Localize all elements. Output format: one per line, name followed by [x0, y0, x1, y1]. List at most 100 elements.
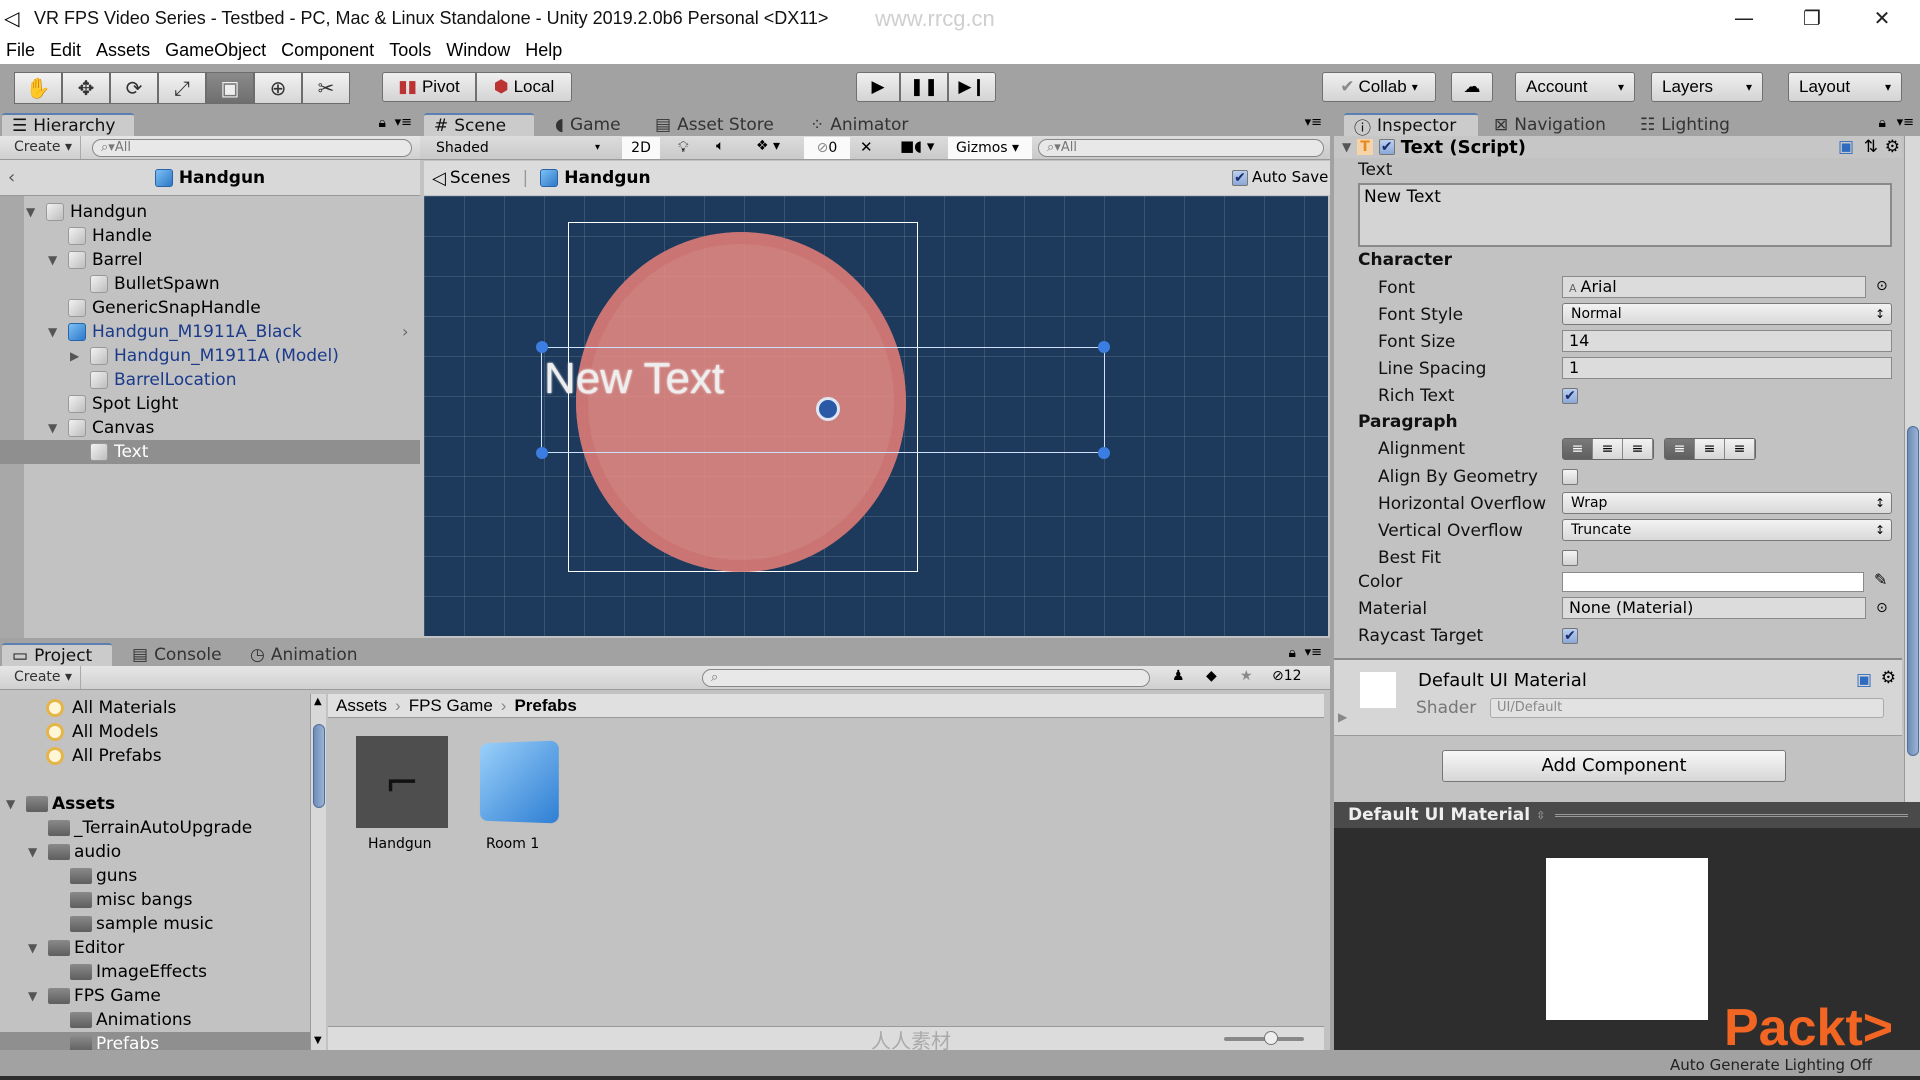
menu-component[interactable]: Component: [281, 40, 374, 61]
favorite-item[interactable]: All Models: [0, 720, 312, 744]
folder-item[interactable]: guns: [0, 864, 312, 888]
lock-icon[interactable]: 🔒︎: [1879, 115, 1886, 131]
add-component-button[interactable]: Add Component: [1442, 750, 1786, 782]
align-middle-button[interactable]: ≡: [1695, 439, 1725, 459]
layers-dropdown[interactable]: Layers ▾: [1651, 72, 1763, 102]
menu-window[interactable]: Window: [446, 40, 510, 61]
expand-arrow-icon[interactable]: ▼: [28, 845, 37, 859]
folder-item[interactable]: Animations: [0, 1008, 312, 1032]
gear-icon[interactable]: ⚙: [1885, 137, 1900, 157]
menu-tools[interactable]: Tools: [389, 40, 431, 61]
pivot-gizmo-icon[interactable]: [816, 397, 840, 421]
hierarchy-item[interactable]: ▼ Handgun: [0, 200, 420, 224]
drag-handle[interactable]: [1555, 813, 1908, 817]
panel-menu-icon[interactable]: ▾≡: [1305, 645, 1322, 660]
breadcrumb-prefabs[interactable]: Prefabs: [514, 696, 576, 716]
line-spacing-input[interactable]: 1: [1562, 357, 1892, 379]
shader-dropdown[interactable]: UI/Default: [1490, 698, 1884, 718]
tab-game[interactable]: ◖ Game: [545, 113, 631, 137]
hidden-objects-toggle[interactable]: ⊘0: [804, 137, 850, 159]
hierarchy-item[interactable]: Spot Light: [0, 392, 420, 416]
rect-handle-tr[interactable]: [1098, 341, 1110, 353]
folder-item[interactable]: ▼ Editor: [0, 936, 312, 960]
tab-scene[interactable]: # Scene: [424, 113, 534, 137]
font-size-input[interactable]: 14: [1562, 330, 1892, 352]
tab-navigation[interactable]: ⊠ Navigation: [1484, 113, 1616, 137]
rect-handle-tl[interactable]: [536, 341, 548, 353]
align-by-geometry-checkbox[interactable]: [1562, 469, 1578, 485]
minimize-button[interactable]: —: [1714, 0, 1774, 36]
expand-arrow-icon[interactable]: ▼: [48, 421, 57, 435]
hierarchy-item[interactable]: BulletSpawn: [0, 272, 420, 296]
foldout-arrow-icon[interactable]: ▼: [1342, 140, 1351, 154]
lighting-toggle-icon[interactable]: 💡︎: [678, 138, 689, 156]
menu-assets[interactable]: Assets: [96, 40, 150, 61]
horizontal-overflow-dropdown[interactable]: Wrap: [1562, 492, 1892, 514]
tab-lighting[interactable]: ☷ Lighting: [1630, 113, 1740, 137]
tab-animation[interactable]: ◷ Animation: [240, 643, 368, 667]
scene-search-input[interactable]: ⌕▾All: [1038, 139, 1324, 157]
panel-menu-icon[interactable]: ▾≡: [395, 115, 412, 130]
align-center-button[interactable]: ≡: [1593, 439, 1623, 459]
preset-icon[interactable]: ⇅: [1864, 137, 1878, 157]
pivot-toggle[interactable]: ▮▮ Pivot: [382, 72, 476, 102]
font-field[interactable]: A Arial: [1562, 276, 1866, 298]
help-icon[interactable]: ▣: [1856, 670, 1872, 690]
rect-tool-button[interactable]: ▣: [206, 72, 254, 104]
asset-label-handgun[interactable]: Handgun: [368, 836, 432, 852]
tab-console[interactable]: ▤ Console: [122, 643, 232, 667]
project-search-input[interactable]: ⌕: [702, 669, 1150, 687]
hidden-packages-toggle[interactable]: ⊘12: [1272, 668, 1302, 684]
chevron-right-icon[interactable]: ›: [402, 322, 408, 341]
material-field[interactable]: None (Material): [1562, 597, 1866, 619]
folder-item[interactable]: _TerrainAutoUpgrade: [0, 816, 312, 840]
hierarchy-item[interactable]: ▼ Handgun_M1911A_Black: [0, 320, 420, 344]
back-arrow-icon[interactable]: ‹: [8, 167, 15, 188]
camera-icon[interactable]: ■◖ ▾: [900, 137, 934, 155]
local-toggle[interactable]: ⬢ Local: [476, 72, 572, 102]
gear-icon[interactable]: ⚙: [1881, 668, 1896, 688]
lock-icon[interactable]: 🔒︎: [1289, 645, 1296, 661]
custom-tool-button[interactable]: ✂: [302, 72, 350, 104]
eyedropper-icon[interactable]: ✎: [1874, 570, 1887, 589]
align-bottom-button[interactable]: ≡: [1725, 439, 1755, 459]
tab-project[interactable]: ▭ Project: [2, 643, 112, 667]
panel-menu-icon[interactable]: ▾≡: [1305, 115, 1322, 130]
panel-menu-icon[interactable]: ▾≡: [1897, 115, 1914, 130]
close-button[interactable]: ✕: [1852, 0, 1912, 36]
object-picker-icon[interactable]: ⊙: [1876, 600, 1888, 616]
favorite-item[interactable]: All Prefabs: [0, 744, 312, 768]
tab-inspector[interactable]: ⓘ Inspector: [1344, 113, 1478, 139]
folder-item[interactable]: sample music: [0, 912, 312, 936]
create-dropdown[interactable]: Create ▾: [14, 669, 72, 685]
restore-button[interactable]: ❐: [1782, 0, 1842, 36]
folder-item[interactable]: ▼ FPS Game: [0, 984, 312, 1008]
search-by-label-icon[interactable]: ◆: [1206, 668, 1217, 684]
2d-toggle[interactable]: 2D: [622, 137, 660, 159]
component-header[interactable]: ▼ T ✔ Text (Script) ▣ ⇅ ⚙: [1334, 136, 1902, 158]
component-enabled-checkbox[interactable]: ✔: [1378, 139, 1395, 155]
object-picker-icon[interactable]: ⊙: [1876, 278, 1888, 294]
favorite-item[interactable]: All Materials: [0, 696, 312, 720]
vertical-overflow-dropdown[interactable]: Truncate: [1562, 519, 1892, 541]
hierarchy-item[interactable]: Text: [0, 440, 420, 464]
text-value-textarea[interactable]: New Text: [1358, 183, 1892, 247]
rich-text-checkbox[interactable]: ✔: [1562, 388, 1578, 404]
scrollbar-thumb[interactable]: [1907, 426, 1919, 756]
hierarchy-item[interactable]: ▼ Barrel: [0, 248, 420, 272]
audio-toggle-icon[interactable]: 🔈︎: [716, 138, 724, 154]
collapse-arrow-icon[interactable]: ▶: [70, 349, 79, 363]
raycast-target-checkbox[interactable]: ✔: [1562, 628, 1578, 644]
expand-arrow-icon[interactable]: ▼: [28, 989, 37, 1003]
hand-tool-button[interactable]: ✋: [14, 72, 62, 104]
folder-item[interactable]: misc bangs: [0, 888, 312, 912]
menu-gameobject[interactable]: GameObject: [165, 40, 266, 61]
font-style-dropdown[interactable]: Normal: [1562, 303, 1892, 325]
auto-save-checkbox[interactable]: ✔: [1232, 170, 1248, 186]
menu-edit[interactable]: Edit: [50, 40, 81, 61]
slider-thumb[interactable]: [1264, 1031, 1278, 1045]
gizmos-dropdown[interactable]: Gizmos ▾: [948, 137, 1032, 159]
align-left-button[interactable]: ≡: [1563, 439, 1593, 459]
tab-animator[interactable]: ⁘ Animator: [800, 113, 918, 137]
transform-tool-button[interactable]: ⊕: [254, 72, 302, 104]
